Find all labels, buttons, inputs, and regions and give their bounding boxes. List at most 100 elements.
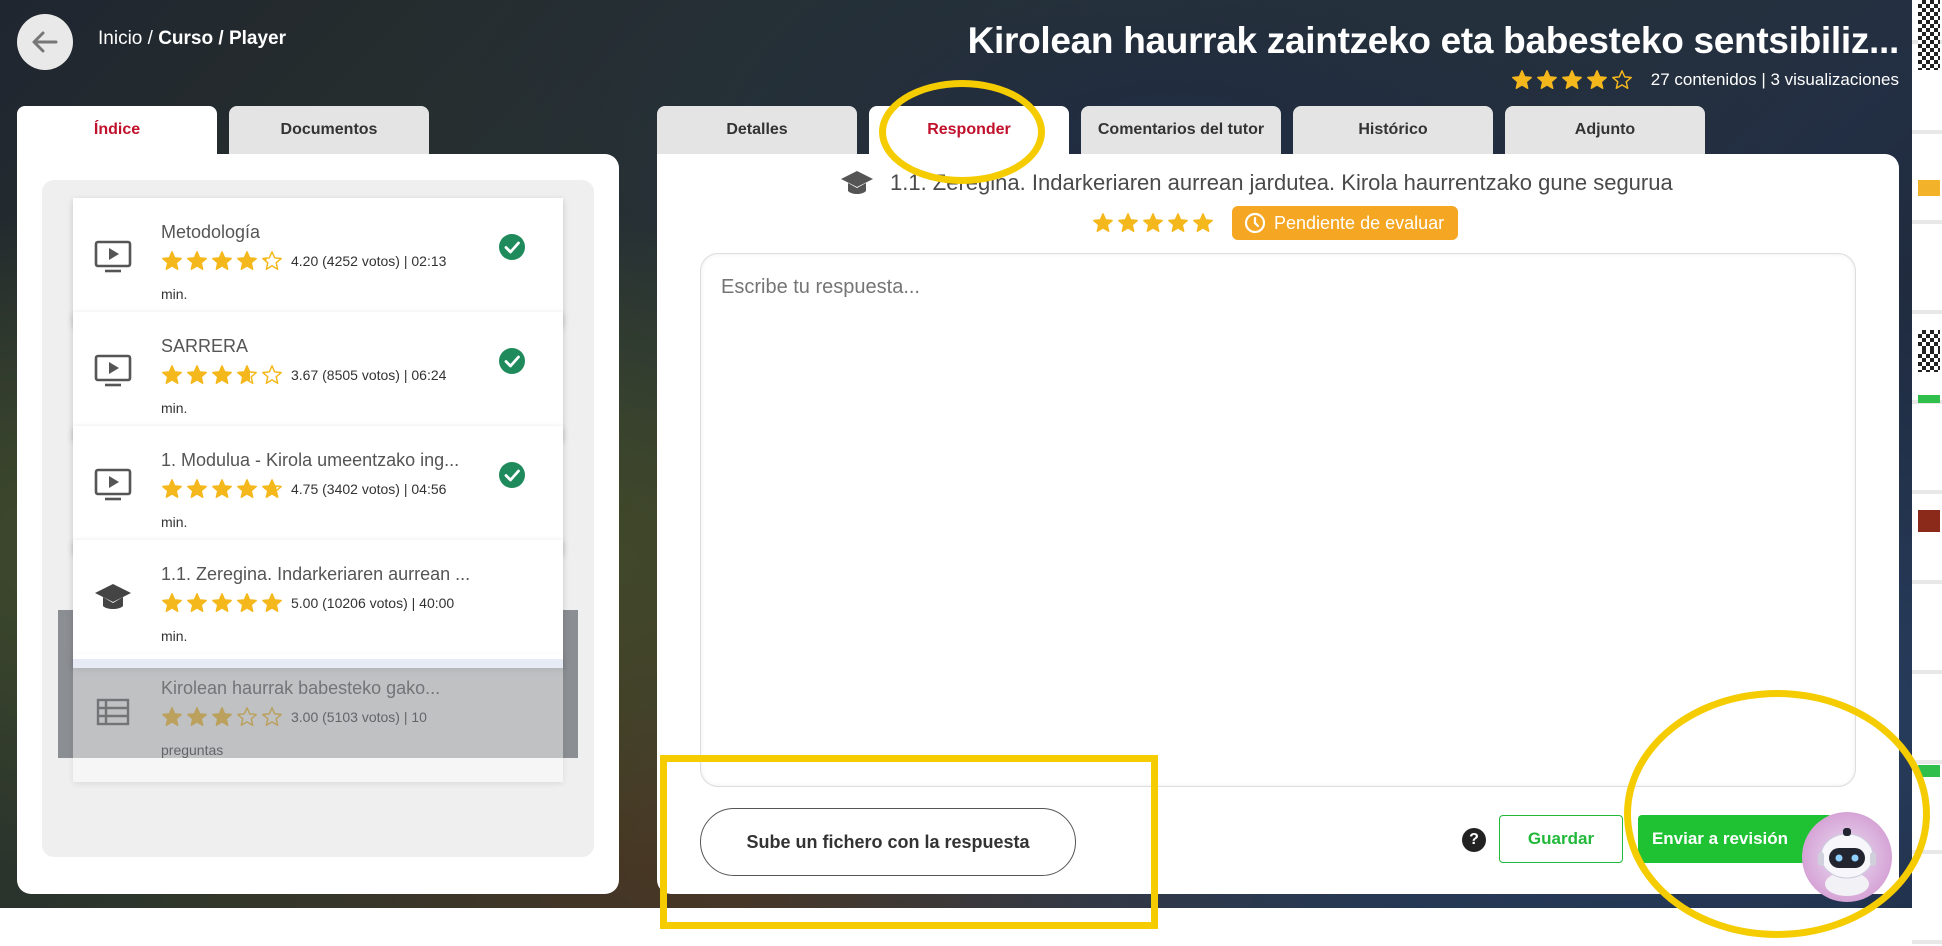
lesson-rating-text: 3.67 (8505 votos) | 06:24 <box>291 367 447 383</box>
star-icon <box>1511 69 1533 91</box>
breadcrumb: Inicio / Curso / Player <box>98 28 286 50</box>
star-icon <box>261 592 283 614</box>
star-icon <box>186 592 208 614</box>
course-rating-stars <box>1511 69 1633 91</box>
status-badge: Pendiente de evaluar <box>1232 206 1459 240</box>
star-icon <box>261 478 283 500</box>
star-icon <box>236 364 258 386</box>
lesson-item[interactable]: SARRERA 3.67 (8505 votos) | 06:24 min. <box>73 312 563 440</box>
tab-comentarios-del-tutor[interactable]: Comentarios del tutor <box>1081 106 1281 154</box>
tab-adjunto[interactable]: Adjunto <box>1505 106 1705 154</box>
lesson-item[interactable]: Metodología 4.20 (4252 votos) | 02:13 min. <box>73 198 563 326</box>
lesson-list[interactable]: Metodología 4.20 (4252 votos) | 02:13 min.… <box>42 180 594 857</box>
breadcrumb-course[interactable]: Curso <box>158 28 213 49</box>
star-icon <box>236 706 258 728</box>
star-icon <box>236 592 258 614</box>
video-icon <box>93 350 133 390</box>
lesson-rating-text: 4.75 (3402 votos) | 04:56 <box>291 481 447 497</box>
upload-file-button[interactable]: Sube un fichero con la respuesta <box>700 808 1076 876</box>
edge-strip <box>1912 0 1942 946</box>
video-icon <box>93 236 133 276</box>
left-tabs: Índice Documentos <box>17 106 429 154</box>
star-icon <box>1611 69 1633 91</box>
lesson-item[interactable]: 1. Modulua - Kirola umeentzako ing... 4.7… <box>73 426 563 554</box>
chatbot-avatar[interactable] <box>1802 812 1892 902</box>
lesson-duration-unit: min. <box>161 400 188 416</box>
star-icon <box>211 706 233 728</box>
robot-icon <box>1818 828 1876 896</box>
task-meta: Pendiente de evaluar <box>1092 206 1459 240</box>
star-icon <box>236 478 258 500</box>
lesson-duration-unit: min. <box>161 628 188 644</box>
star-icon <box>261 364 283 386</box>
tab-responder[interactable]: Responder <box>869 106 1069 154</box>
video-icon <box>93 464 133 504</box>
list-icon <box>93 692 133 732</box>
star-icon <box>186 364 208 386</box>
star-icon <box>161 364 183 386</box>
lesson-item[interactable]: 1.1. Zeregina. Indarkeriaren aurrean ...… <box>73 540 563 668</box>
check-icon <box>499 462 525 488</box>
star-icon <box>261 706 283 728</box>
star-icon <box>161 250 183 272</box>
lesson-duration-unit: min. <box>161 286 188 302</box>
lesson-rating-stars <box>161 706 283 728</box>
star-icon <box>211 478 233 500</box>
breadcrumb-separator: / <box>142 28 159 49</box>
breadcrumb-home[interactable]: Inicio <box>98 28 142 49</box>
back-button[interactable] <box>17 14 73 70</box>
lesson-title: 1. Modulua - Kirola umeentzako ing... <box>161 450 460 470</box>
save-button[interactable]: Guardar <box>1499 815 1623 863</box>
star-icon <box>161 478 183 500</box>
star-icon <box>1192 212 1214 234</box>
lesson-rating-stars <box>161 250 283 272</box>
right-tabs: Detalles Responder Comentarios del tutor… <box>657 106 1705 154</box>
lesson-rating: 4.75 (3402 votos) | 04:56 <box>161 478 446 500</box>
tab-documentos[interactable]: Documentos <box>229 106 429 154</box>
star-icon <box>1117 212 1139 234</box>
lesson-duration-unit: preguntas <box>161 742 224 758</box>
star-icon <box>211 592 233 614</box>
tab-indice[interactable]: Índice <box>17 106 217 154</box>
clock-icon <box>1244 212 1266 234</box>
star-icon <box>1536 69 1558 91</box>
lesson-rating: 5.00 (10206 votos) | 40:00 <box>161 592 454 614</box>
star-icon <box>1092 212 1114 234</box>
graduation-cap-icon <box>93 578 133 618</box>
lesson-rating: 4.20 (4252 votos) | 02:13 <box>161 250 446 272</box>
check-icon <box>499 234 525 260</box>
star-icon <box>1586 69 1608 91</box>
breadcrumb-player: Player <box>228 28 286 49</box>
course-meta: 27 contenidos | 3 visualizaciones <box>1511 69 1899 91</box>
lesson-duration-unit: min. <box>161 514 188 530</box>
tab-detalles[interactable]: Detalles <box>657 106 857 154</box>
lesson-title: 1.1. Zeregina. Indarkeriaren aurrean ... <box>161 564 471 584</box>
lesson-item[interactable]: Kirolean haurrak babesteko gako... 3.00 (… <box>73 654 563 782</box>
lesson-rating-stars <box>161 364 283 386</box>
tab-historico[interactable]: Histórico <box>1293 106 1493 154</box>
lesson-title: Kirolean haurrak babesteko gako... <box>161 678 441 698</box>
task-title: 1.1. Zeregina. Indarkeriaren aurrean jar… <box>890 170 1673 195</box>
lesson-title: Metodología <box>161 222 261 242</box>
star-icon <box>186 250 208 272</box>
star-icon <box>1142 212 1164 234</box>
breadcrumb-separator: / <box>213 28 229 49</box>
star-icon <box>211 364 233 386</box>
lesson-title: SARRERA <box>161 336 249 356</box>
status-text: Pendiente de evaluar <box>1274 212 1445 233</box>
arrow-left-icon <box>32 31 58 53</box>
lesson-rating: 3.67 (8505 votos) | 06:24 <box>161 364 446 386</box>
check-icon <box>499 348 525 374</box>
star-icon <box>1561 69 1583 91</box>
task-header: 1.1. Zeregina. Indarkeriaren aurrean jar… <box>840 168 1673 198</box>
answer-textarea[interactable] <box>700 253 1856 787</box>
lesson-rating-text: 3.00 (5103 votos) | 10 <box>291 709 427 725</box>
lesson-rating: 3.00 (5103 votos) | 10 <box>161 706 427 728</box>
course-stats: 27 contenidos | 3 visualizaciones <box>1650 70 1899 89</box>
lesson-rating-stars <box>161 592 283 614</box>
star-icon <box>1167 212 1189 234</box>
star-icon <box>186 478 208 500</box>
star-icon <box>261 250 283 272</box>
help-icon[interactable]: ? <box>1462 828 1486 852</box>
task-rating-stars[interactable] <box>1092 212 1214 234</box>
